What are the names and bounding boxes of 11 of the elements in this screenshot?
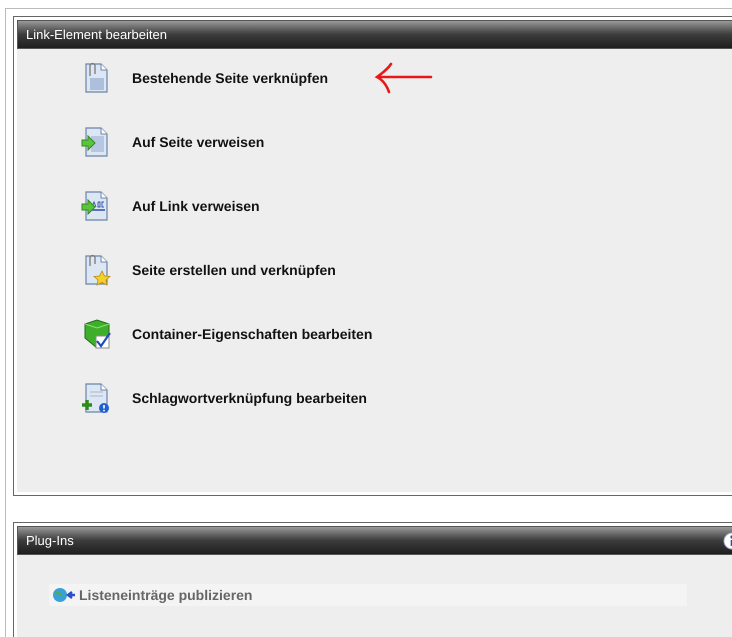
menu-link[interactable]: Schlagwortverknüpfung bearbeiten [132, 388, 367, 408]
globe-arrow-icon [52, 587, 76, 603]
menu-link[interactable]: Bestehende Seite verknüpfen [132, 68, 328, 88]
menu-link[interactable]: Container-Eigenschaften bearbeiten [132, 324, 372, 344]
plugin-row[interactable]: Listeneinträge publizieren [49, 584, 687, 606]
menu-link[interactable]: Auf Link verweisen [132, 196, 260, 216]
menu-link[interactable]: Auf Seite verweisen [132, 132, 264, 152]
menu-link[interactable]: Seite erstellen und verknüpfen [132, 260, 336, 280]
panel-title: Plug-Ins [26, 532, 74, 550]
plugin-label: Listeneinträge publizieren [79, 586, 252, 605]
panel-title: Link-Element bearbeiten [26, 26, 167, 44]
